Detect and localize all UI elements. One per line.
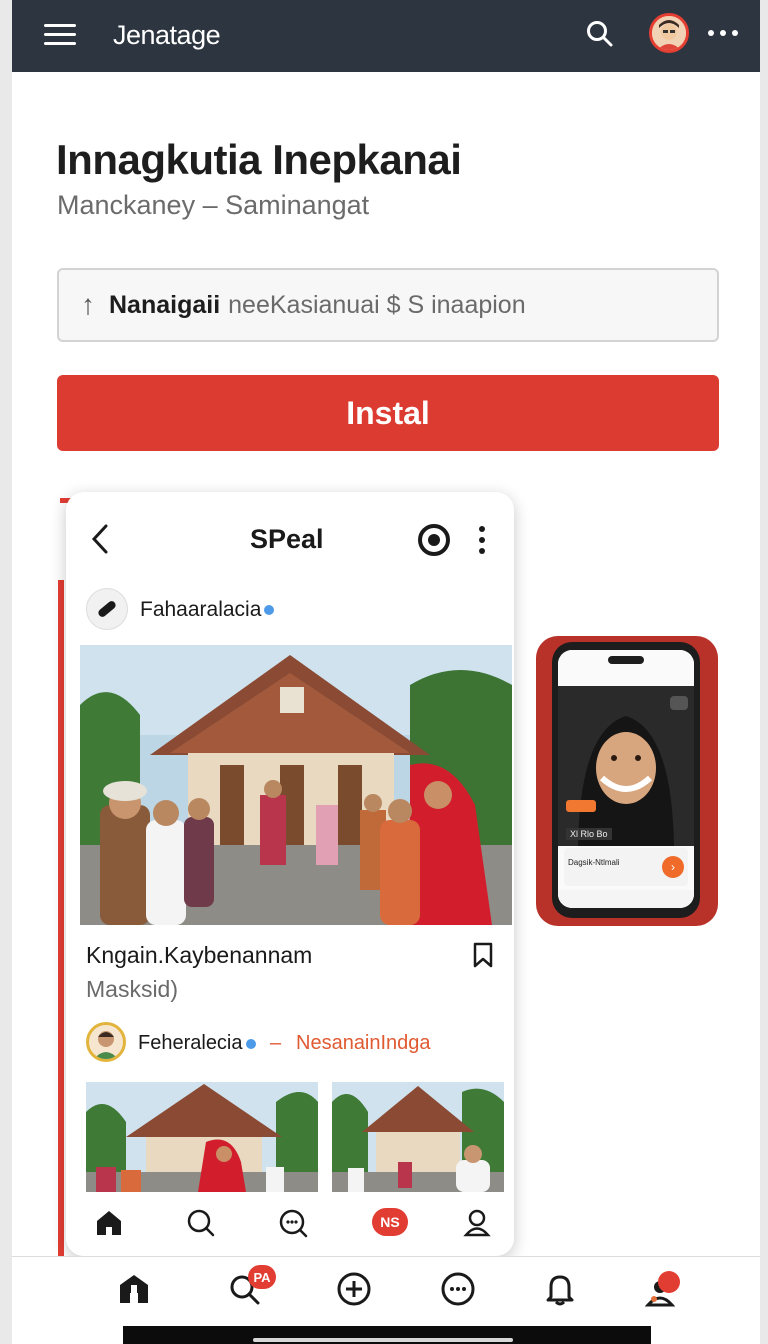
page-title: Innagkutia Inepkanai	[56, 136, 462, 183]
post-caption-secondary: Masksid)	[86, 976, 179, 1002]
post-avatar[interactable]	[86, 588, 128, 630]
thumbnail-image[interactable]	[332, 1082, 504, 1192]
install-button[interactable]: Instal	[57, 375, 719, 451]
comment-avatar[interactable]	[86, 1022, 126, 1062]
screenshot-preview-card[interactable]: SPeal Fahaaralacia Kngain.Kaybenannam Ma…	[66, 492, 514, 1256]
caption-label: Xl Rlo Bo	[566, 828, 612, 840]
comment-author-name: Feheralecia	[138, 1032, 243, 1054]
verified-icon	[264, 605, 275, 616]
post-caption: Kngain.Kaybenannam	[86, 942, 313, 968]
home-icon[interactable]	[94, 1208, 124, 1238]
pill-icon	[98, 601, 116, 617]
post-author-name: Fahaaralacia	[140, 598, 262, 621]
notification-badge[interactable]: NS	[372, 1208, 408, 1236]
secondary-screenshot[interactable]: Xl Rlo Bo Dagsik-Ntlmali ›	[536, 636, 718, 926]
app-title: Jenatage	[113, 20, 221, 50]
play-icon[interactable]: ›	[662, 856, 684, 878]
verified-icon	[245, 1038, 256, 1049]
more-options-icon[interactable]	[708, 26, 738, 40]
menu-icon[interactable]	[44, 24, 76, 46]
page-subtitle: Manckaney – Saminangat	[57, 190, 370, 220]
avatar[interactable]	[649, 13, 689, 53]
search-badge: PA	[248, 1265, 276, 1289]
bell-icon[interactable]	[542, 1271, 578, 1307]
kebab-menu-icon[interactable]	[478, 526, 486, 554]
profile-notification-dot	[658, 1271, 680, 1293]
arrow-up-icon: ↑	[81, 289, 95, 320]
banner-text: Dagsik-Ntlmali	[568, 858, 620, 867]
app-frame: Jenatage Innagkutia Inepkanai Manckaney …	[12, 0, 760, 1344]
chat-icon[interactable]	[440, 1271, 476, 1307]
phone-screen: Xl Rlo Bo Dagsik-Ntlmali ›	[558, 650, 694, 908]
comment-author[interactable]: Feheralecia	[138, 1032, 256, 1055]
preview-screen-title: SPeal	[250, 524, 324, 554]
profile-icon[interactable]	[462, 1208, 492, 1238]
post-author[interactable]: Fahaaralacia	[140, 598, 275, 622]
bottom-nav: PA	[12, 1256, 760, 1326]
comment-separator: –	[270, 1032, 282, 1054]
notice-text: neeKasianuai $ S inaapion	[228, 290, 526, 319]
info-notice: ↑ Nanaigaii neeKasianuai $ S inaapion	[57, 268, 719, 342]
top-bar: Jenatage	[12, 0, 760, 72]
post-image	[80, 645, 512, 925]
notice-bold-text: Nanaigaii	[109, 290, 221, 319]
comment-tag[interactable]: NesanainIndga	[296, 1032, 431, 1055]
search-icon[interactable]	[586, 20, 614, 48]
thumbnail-image[interactable]	[86, 1082, 318, 1192]
search-icon[interactable]	[186, 1208, 216, 1238]
promo-banner[interactable]: Dagsik-Ntlmali ›	[564, 848, 688, 886]
live-tag	[566, 800, 596, 812]
preview-bottom-nav: NS	[66, 1196, 514, 1256]
home-indicator	[123, 1326, 651, 1344]
home-icon[interactable]	[116, 1271, 152, 1307]
back-icon[interactable]	[88, 522, 112, 556]
chat-search-icon[interactable]	[278, 1208, 308, 1238]
accent-bar	[58, 580, 64, 1256]
add-icon[interactable]	[336, 1271, 372, 1307]
bookmark-icon[interactable]	[472, 942, 494, 968]
record-icon[interactable]	[418, 524, 450, 556]
